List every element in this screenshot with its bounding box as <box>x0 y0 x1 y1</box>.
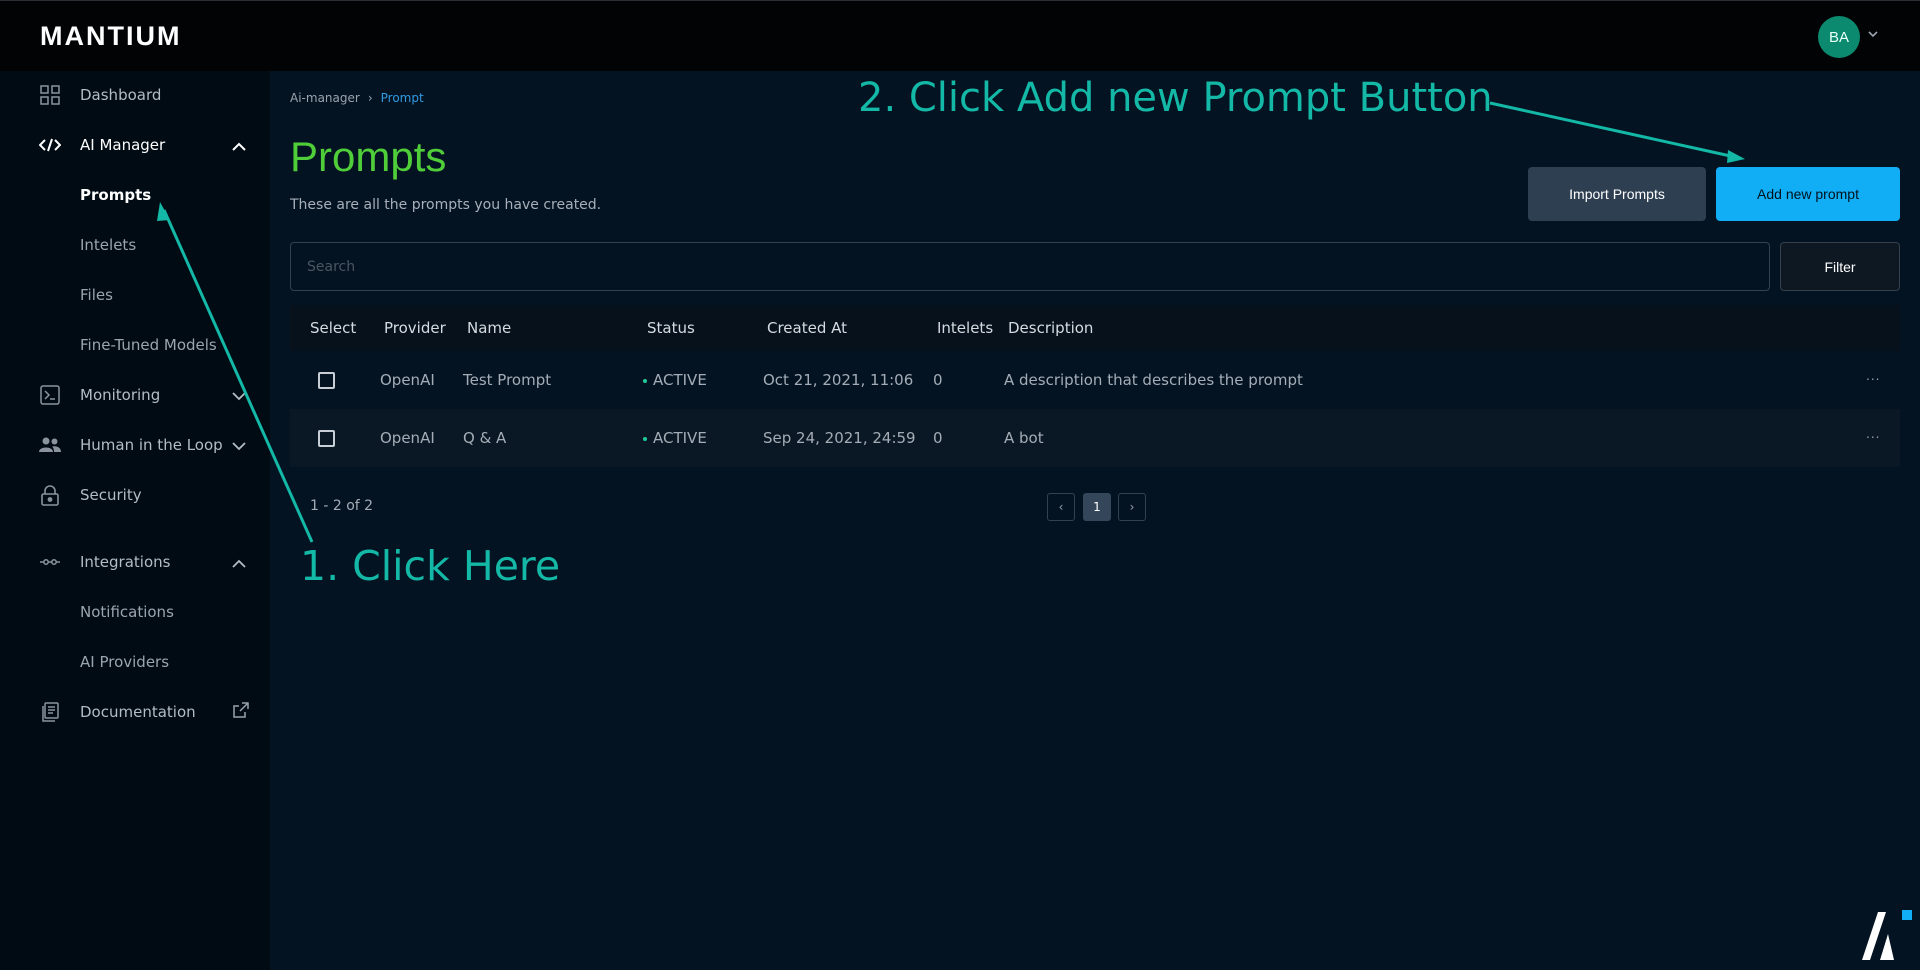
pagination-summary: 1 - 2 of 2 <box>310 498 374 514</box>
external-link-icon[interactable] <box>233 702 249 722</box>
breadcrumb-current: Prompt <box>380 91 424 105</box>
lock-icon <box>38 483 62 507</box>
document-icon <box>38 700 62 724</box>
annotation-arrows <box>157 101 1745 543</box>
row-menu-button[interactable]: ... <box>1866 369 1880 383</box>
breadcrumb: Ai-manager › Prompt <box>290 91 424 105</box>
sidebar-item-files[interactable]: Files <box>0 275 270 315</box>
cell-created-at: Sep 24, 2021, 24:59 <box>763 429 916 447</box>
sidebar-item-documentation[interactable]: Documentation <box>0 692 270 732</box>
status-label: ACTIVE <box>653 429 707 447</box>
cell-provider: OpenAI <box>380 371 435 389</box>
status-active-dot <box>643 436 647 441</box>
sidebar-item-label: Integrations <box>80 553 171 571</box>
cell-intelets: 0 <box>933 371 943 389</box>
code-icon <box>38 133 62 157</box>
chevron-down-icon[interactable] <box>232 436 246 455</box>
sidebar-item-ai-providers[interactable]: AI Providers <box>0 642 270 682</box>
mantium-logo[interactable]: MANTIUM <box>40 21 181 52</box>
status-active-dot <box>643 378 647 383</box>
sidebar-item-human-in-the-loop[interactable]: Human in the Loop <box>0 425 270 465</box>
annotation-arrow-2 <box>1489 101 1745 163</box>
sidebar-item-label: Human in the Loop <box>80 436 223 454</box>
column-header-provider: Provider <box>384 319 446 337</box>
table-row[interactable]: OpenAI Test Prompt ACTIVE Oct 21, 2021, … <box>290 351 1900 409</box>
sidebar-item-label: AI Manager <box>80 136 166 154</box>
row-select-checkbox[interactable] <box>318 372 335 389</box>
sidebar-item-ai-manager[interactable]: AI Manager <box>0 125 270 165</box>
chevron-up-icon[interactable] <box>232 136 246 155</box>
table-row[interactable]: OpenAI Q & A ACTIVE Sep 24, 2021, 24:59 … <box>290 409 1900 467</box>
sidebar-item-prompts[interactable]: Prompts <box>0 175 270 215</box>
pagination-prev-button[interactable]: ‹ <box>1047 493 1075 521</box>
top-bar: MANTIUM BA <box>0 0 1920 71</box>
column-header-description: Description <box>1008 319 1094 337</box>
status-label: ACTIVE <box>653 371 707 389</box>
breadcrumb-separator: › <box>367 91 373 105</box>
cell-description: A description that describes the prompt <box>1004 371 1303 389</box>
breadcrumb-parent[interactable]: Ai-manager <box>290 91 360 105</box>
sidebar-item-intelets[interactable]: Intelets <box>0 225 270 265</box>
sidebar-item-label: Documentation <box>80 703 196 721</box>
page-title: Prompts <box>290 133 447 180</box>
cell-description: A bot <box>1004 429 1044 447</box>
add-new-prompt-button[interactable]: Add new prompt <box>1716 167 1900 221</box>
people-icon <box>38 433 62 457</box>
column-header-status: Status <box>647 319 695 337</box>
sidebar-item-label: Files <box>80 286 113 304</box>
annotation-step-2: 2. Click Add new Prompt Button <box>858 75 1493 121</box>
sidebar-item-notifications[interactable]: Notifications <box>0 592 270 632</box>
cell-status: ACTIVE <box>643 429 707 447</box>
cell-name: Test Prompt <box>463 371 552 389</box>
sidebar-item-security[interactable]: Security <box>0 475 270 515</box>
link-icon <box>38 550 62 574</box>
mantium-mark-icon <box>1862 910 1912 960</box>
cell-intelets: 0 <box>933 429 943 447</box>
chevron-down-icon[interactable] <box>1868 27 1878 42</box>
sidebar-item-label: Dashboard <box>80 86 162 104</box>
sidebar-item-label: Security <box>80 486 142 504</box>
terminal-icon <box>38 383 62 407</box>
pagination-next-button[interactable]: › <box>1118 493 1146 521</box>
row-menu-button[interactable]: ... <box>1866 427 1880 441</box>
sidebar-item-label: Intelets <box>80 236 137 254</box>
sidebar: Dashboard AI Manager Prompts Intelets Fi… <box>0 71 270 970</box>
page-subtitle: These are all the prompts you have creat… <box>290 197 602 213</box>
column-header-created-at: Created At <box>767 319 848 337</box>
cell-status: ACTIVE <box>643 371 707 389</box>
sidebar-item-dashboard[interactable]: Dashboard <box>0 75 270 115</box>
sidebar-item-label: AI Providers <box>80 653 170 671</box>
cell-created-at: Oct 21, 2021, 11:06 <box>763 371 914 389</box>
pagination-page-button[interactable]: 1 <box>1083 493 1111 521</box>
row-select-checkbox[interactable] <box>318 430 335 447</box>
column-header-name: Name <box>467 319 512 337</box>
cell-provider: OpenAI <box>380 429 435 447</box>
sidebar-item-label: Fine-Tuned Models <box>80 336 217 354</box>
sidebar-item-label: Notifications <box>80 603 174 621</box>
avatar[interactable]: BA <box>1818 16 1860 58</box>
sidebar-item-monitoring[interactable]: Monitoring <box>0 375 270 415</box>
search-input[interactable] <box>290 242 1770 291</box>
sidebar-item-fine-tuned-models[interactable]: Fine-Tuned Models <box>0 325 270 365</box>
sidebar-item-label: Prompts <box>80 186 152 204</box>
sidebar-item-label: Monitoring <box>80 386 161 404</box>
sidebar-item-integrations[interactable]: Integrations <box>0 542 270 582</box>
column-header-intelets: Intelets <box>937 319 994 337</box>
filter-button[interactable]: Filter <box>1780 242 1900 291</box>
chevron-up-icon[interactable] <box>232 553 246 572</box>
grid-icon <box>38 83 62 107</box>
column-header-select: Select <box>310 319 357 337</box>
chevron-down-icon[interactable] <box>232 386 246 405</box>
table-header: Select Provider Name Status Created At I… <box>290 305 1900 351</box>
annotation-step-1: 1. Click Here <box>300 542 561 590</box>
cell-name: Q & A <box>463 429 507 447</box>
import-prompts-button[interactable]: Import Prompts <box>1528 167 1706 221</box>
